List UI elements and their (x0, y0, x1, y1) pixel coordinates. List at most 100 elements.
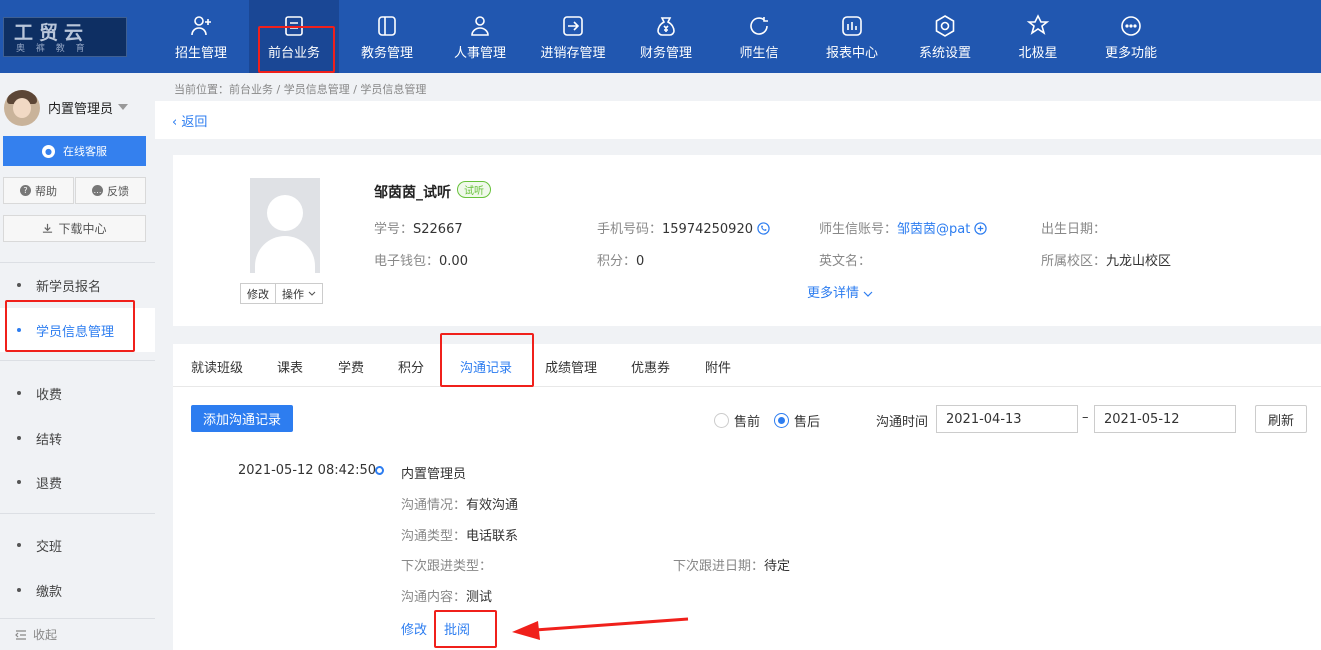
bullet-icon (17, 391, 21, 395)
nav-label: 财务管理 (639, 46, 692, 61)
sidebar-item-transfer[interactable]: 结转 (0, 416, 155, 460)
field-label: 下次跟进类型： (401, 559, 493, 574)
logo-text: 工贸云 (14, 22, 90, 44)
tab-points[interactable]: 积分 (398, 357, 424, 376)
star-icon (1026, 14, 1050, 35)
nav-item-system-settings[interactable]: 系统设置 (900, 0, 990, 73)
account-value[interactable]: 邹茵茵@pat (897, 222, 970, 237)
date-to-input[interactable]: 2021-05-12 (1094, 405, 1236, 433)
operations-label: 操作 (282, 287, 304, 301)
headset-icon: ● (42, 144, 55, 158)
sidebar-item-handover[interactable]: 交班 (0, 523, 155, 567)
nav-label: 师生信 (739, 46, 779, 61)
communication-records-panel: 添加沟通记录 售前 售后 沟通时间 2021-04-13 – 2021-05-1… (173, 387, 1321, 650)
date-separator: – (1082, 410, 1089, 425)
feedback-label: 反馈 (107, 184, 129, 198)
radio-presale[interactable]: 售前 (714, 411, 760, 430)
add-communication-record-button[interactable]: 添加沟通记录 (191, 405, 293, 432)
divider (0, 513, 155, 514)
nav-item-finance[interactable]: 财务管理 (621, 0, 711, 73)
avatar[interactable] (4, 90, 40, 126)
top-navigation-bar: 工贸云 奥 裤 教 育 招生管理 前台业务 教务管理 人事管理 进销存管理 财务… (0, 0, 1321, 73)
field-label: 沟通情况： (401, 498, 467, 513)
online-service-button[interactable]: ● 在线客服 (3, 136, 146, 166)
bullet-icon (17, 588, 21, 592)
more-icon (1121, 16, 1141, 36)
refresh-button[interactable]: 刷新 (1255, 405, 1307, 433)
bullet-icon (17, 328, 21, 332)
operator-value: 内置管理员 (401, 467, 467, 482)
user-name[interactable]: 内置管理员 (48, 98, 113, 117)
help-label: 帮助 (35, 184, 57, 198)
report-icon (842, 16, 862, 36)
edit-photo-button[interactable]: 修改 (241, 284, 275, 303)
student-tabs: 就读班级 课表 学费 积分 沟通记录 成绩管理 优惠券 附件 (173, 344, 1321, 387)
company-logo[interactable]: 工贸云 奥 裤 教 育 (3, 17, 127, 57)
collapse-button[interactable]: 收起 (15, 626, 57, 643)
nav-item-teacher-student-chat[interactable]: 师生信 (714, 0, 804, 73)
sidebar-item-label: 退费 (36, 477, 63, 492)
sidebar-item-label: 学员信息管理 (36, 325, 115, 340)
nav-item-front-desk[interactable]: 前台业务 (249, 0, 339, 73)
sidebar-item-new-enrollment[interactable]: 新学员报名 (0, 263, 155, 307)
nav-item-inventory[interactable]: 进销存管理 (528, 0, 618, 73)
sidebar-item-label: 交班 (36, 540, 63, 555)
nav-item-enrollment[interactable]: 招生管理 (156, 0, 246, 73)
arrow-box-icon (563, 16, 583, 36)
tab-schedule[interactable]: 课表 (277, 357, 303, 376)
more-details-link[interactable]: 更多详情 (807, 282, 873, 301)
field-label: 手机号码： (597, 222, 663, 237)
nav-label: 人事管理 (453, 46, 506, 61)
field-label: 英文名： (819, 254, 872, 269)
record-next-type: 下次跟进类型： (401, 555, 492, 574)
campus-field: 所属校区：九龙山校区 (1041, 250, 1171, 269)
back-bar: ‹ 返回 (155, 101, 1321, 139)
nav-item-academic[interactable]: 教务管理 (342, 0, 432, 73)
wallet-field: 电子钱包：0.00 (374, 250, 468, 269)
help-button[interactable]: ? 帮助 (3, 177, 74, 204)
nav-item-north-star[interactable]: 北极星 (993, 0, 1083, 73)
type-value: 电话联系 (466, 529, 519, 544)
radio-aftersale[interactable]: 售后 (774, 411, 820, 430)
tab-tuition[interactable]: 学费 (338, 357, 364, 376)
tab-communication-records[interactable]: 沟通记录 (460, 357, 512, 376)
feedback-button[interactable]: … 反馈 (75, 177, 146, 204)
back-link[interactable]: ‹ 返回 (172, 111, 207, 130)
tab-coupons[interactable]: 优惠券 (631, 357, 670, 376)
date-from-input[interactable]: 2021-04-13 (936, 405, 1078, 433)
back-label: 返回 (181, 115, 208, 130)
radio-label: 售前 (734, 415, 761, 430)
record-operator: 内置管理员 (401, 463, 466, 482)
review-record-link[interactable]: 批阅 (444, 619, 470, 638)
content-value: 测试 (466, 590, 493, 605)
edit-record-link[interactable]: 修改 (401, 619, 427, 638)
tab-classes[interactable]: 就读班级 (191, 357, 243, 376)
download-center-button[interactable]: 下载中心 (3, 215, 146, 242)
phone-value: 15974250920 (662, 222, 753, 237)
phone-icon[interactable] (757, 222, 770, 235)
tab-grades[interactable]: 成绩管理 (545, 357, 597, 376)
nav-item-more-functions[interactable]: 更多功能 (1086, 0, 1176, 73)
field-label: 电子钱包： (374, 254, 440, 269)
bullet-icon (17, 480, 21, 484)
operations-dropdown[interactable]: 操作 (275, 284, 322, 303)
collapse-label: 收起 (33, 628, 58, 642)
tab-attachments[interactable]: 附件 (705, 357, 731, 376)
nav-label: 更多功能 (1104, 46, 1157, 61)
student-name: 邹茵茵_试听 (374, 185, 451, 201)
feedback-icon: … (92, 185, 103, 196)
chat-icon (750, 17, 768, 35)
birthday-field: 出生日期： (1041, 218, 1106, 237)
nav-item-hr[interactable]: 人事管理 (435, 0, 525, 73)
sidebar-item-payment[interactable]: 缴款 (0, 568, 155, 612)
chevron-down-icon[interactable] (118, 104, 128, 110)
sidebar-item-refund[interactable]: 退费 (0, 460, 155, 504)
sidebar-item-student-info[interactable]: 学员信息管理 (0, 308, 155, 352)
radio-label: 售后 (794, 415, 821, 430)
field-label: 师生信账号： (819, 222, 898, 237)
record-type: 沟通类型：电话联系 (401, 525, 518, 544)
nav-item-reports[interactable]: 报表中心 (807, 0, 897, 73)
sidebar-item-label: 缴款 (36, 585, 63, 600)
link-icon[interactable] (974, 222, 988, 235)
sidebar-item-charge[interactable]: 收费 (0, 371, 155, 415)
